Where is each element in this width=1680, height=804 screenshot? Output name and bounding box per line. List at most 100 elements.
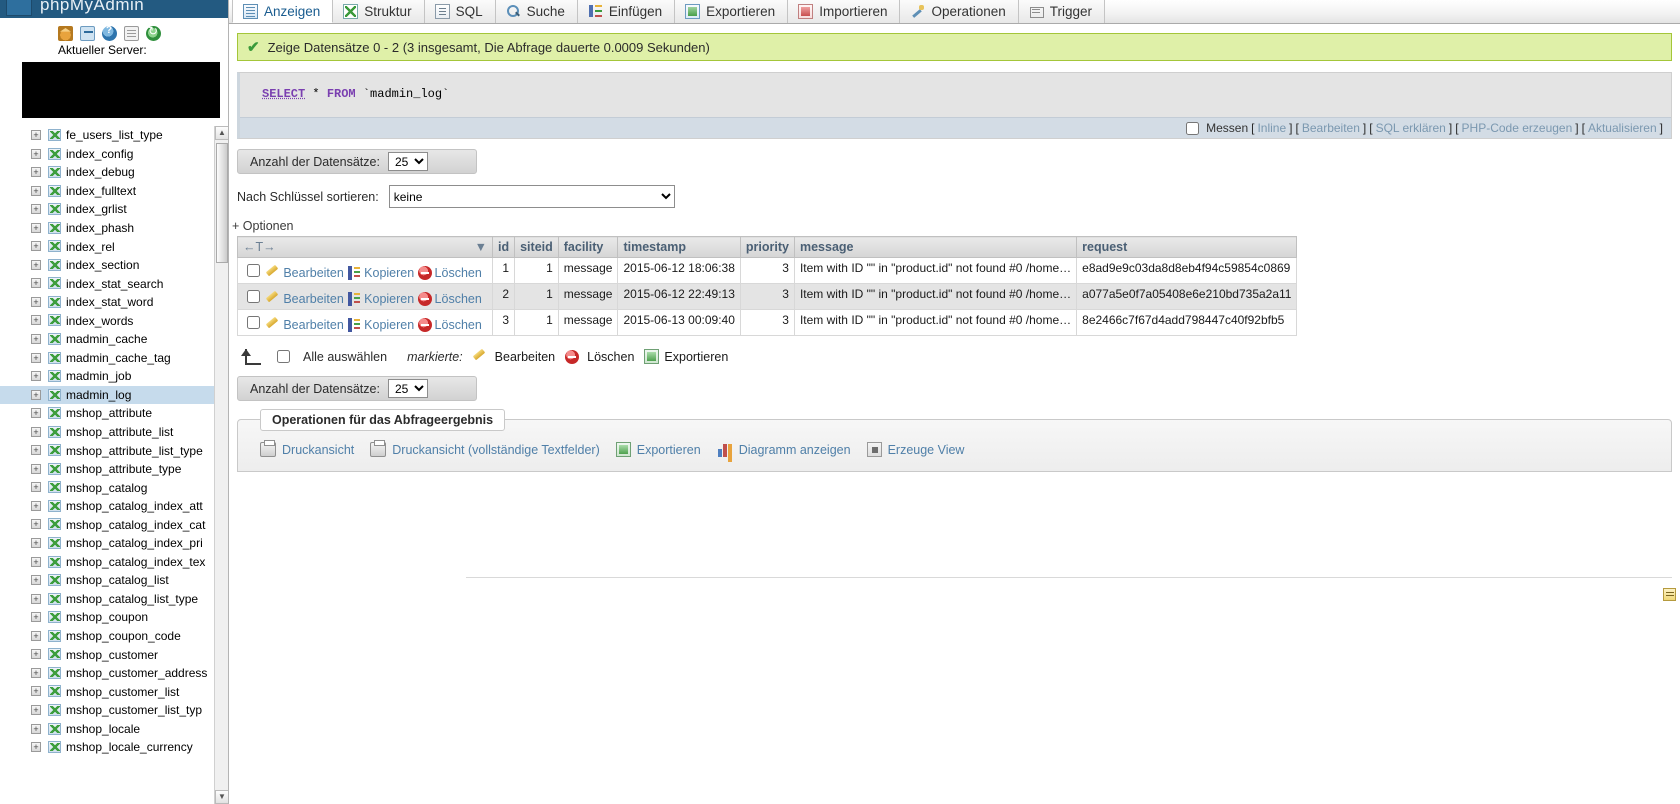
- tree-item-mshop_attribute_list[interactable]: + mshop_attribute_list: [0, 423, 215, 442]
- tree-item-mshop_catalog_list[interactable]: + mshop_catalog_list: [0, 571, 215, 590]
- row-delete-link[interactable]: Löschen: [417, 318, 482, 332]
- column-header-siteid[interactable]: siteid: [514, 236, 559, 258]
- tree-item-mshop_catalog_list_type[interactable]: + mshop_catalog_list_type: [0, 590, 215, 609]
- expand-icon[interactable]: +: [31, 649, 41, 660]
- tab-sql[interactable]: SQL: [423, 0, 496, 23]
- sql-edit-link[interactable]: Bearbeiten: [1302, 121, 1360, 135]
- table-row[interactable]: Bearbeiten Kopieren Löschen 3 1 message 2015…: [237, 309, 1298, 336]
- sort-order-header[interactable]: ←T→ ▼: [237, 236, 493, 258]
- scroll-down-icon[interactable]: ▼: [215, 790, 228, 804]
- bulk-export-button[interactable]: Exportieren: [644, 349, 728, 364]
- expand-icon[interactable]: +: [31, 630, 41, 641]
- tree-item-fe_users_list_type[interactable]: + fe_users_list_type: [0, 126, 215, 145]
- tree-item-mshop_catalog_index_cat[interactable]: + mshop_catalog_index_cat: [0, 515, 215, 534]
- tree-item-mshop_catalog_index_att[interactable]: + mshop_catalog_index_att: [0, 497, 215, 516]
- expand-icon[interactable]: +: [31, 519, 41, 530]
- tab-anzeigen[interactable]: Anzeigen: [232, 0, 334, 23]
- expand-icon[interactable]: +: [31, 315, 41, 326]
- expand-icon[interactable]: +: [31, 130, 41, 140]
- row-edit-link[interactable]: Bearbeiten: [266, 318, 343, 332]
- tree-item-mshop_customer_list[interactable]: + mshop_customer_list: [0, 682, 215, 701]
- tree-item-index_debug[interactable]: + index_debug: [0, 163, 215, 182]
- row-copy-link[interactable]: Kopieren: [347, 318, 414, 332]
- expand-icon[interactable]: +: [31, 482, 41, 493]
- sql-explain-link[interactable]: SQL erklären: [1376, 121, 1446, 135]
- expand-icon[interactable]: +: [31, 389, 41, 400]
- expand-icon[interactable]: +: [31, 538, 41, 549]
- sql-inline-link[interactable]: Inline: [1257, 121, 1286, 135]
- expand-icon[interactable]: +: [31, 556, 41, 567]
- tree-item-madmin_cache[interactable]: + madmin_cache: [0, 330, 215, 349]
- expand-icon[interactable]: +: [31, 723, 41, 734]
- tree-item-madmin_cache_tag[interactable]: + madmin_cache_tag: [0, 349, 215, 368]
- tab-exportieren[interactable]: Exportieren: [674, 0, 789, 23]
- bulk-delete-button[interactable]: Löschen: [565, 349, 634, 364]
- column-header-priority[interactable]: priority: [739, 236, 795, 258]
- expand-icon[interactable]: +: [31, 704, 41, 715]
- tree-item-index_phash[interactable]: + index_phash: [0, 219, 215, 238]
- home-icon[interactable]: [58, 26, 73, 41]
- rows-select-top[interactable]: 25: [387, 152, 428, 171]
- tree-item-mshop_locale[interactable]: + mshop_locale: [0, 720, 215, 739]
- sort-key-select[interactable]: keine: [388, 185, 675, 208]
- row-copy-link[interactable]: Kopieren: [347, 292, 414, 306]
- row-checkbox[interactable]: [247, 264, 260, 277]
- expand-icon[interactable]: +: [31, 463, 41, 474]
- expand-icon[interactable]: +: [31, 686, 41, 697]
- chevron-down-icon[interactable]: ▼: [475, 240, 487, 254]
- row-checkbox[interactable]: [247, 290, 260, 303]
- logout-icon[interactable]: [80, 26, 95, 41]
- expand-icon[interactable]: +: [31, 445, 41, 456]
- column-header-message[interactable]: message: [793, 236, 1078, 258]
- expand-icon[interactable]: +: [31, 278, 41, 289]
- tab-operationen[interactable]: Operationen: [899, 0, 1019, 23]
- check-all-checkbox[interactable]: [277, 350, 290, 363]
- sidebar-scrollbar[interactable]: ▲ ▼: [214, 126, 228, 804]
- row-edit-link[interactable]: Bearbeiten: [266, 292, 343, 306]
- expand-icon[interactable]: +: [31, 575, 41, 586]
- expand-icon[interactable]: +: [31, 426, 41, 437]
- expand-icon[interactable]: +: [31, 352, 41, 363]
- rows-select-bottom[interactable]: 25: [387, 379, 428, 398]
- tab-importieren[interactable]: Importieren: [787, 0, 901, 23]
- tree-item-index_fulltext[interactable]: + index_fulltext: [0, 182, 215, 201]
- expand-icon[interactable]: +: [31, 259, 41, 270]
- tree-item-mshop_catalog[interactable]: + mshop_catalog: [0, 478, 215, 497]
- row-delete-link[interactable]: Löschen: [417, 266, 482, 280]
- column-header-request[interactable]: request: [1076, 236, 1298, 258]
- docs-icon[interactable]: [124, 26, 139, 41]
- column-header-facility[interactable]: facility: [557, 236, 619, 258]
- table-row[interactable]: Bearbeiten Kopieren Löschen 1 1 message 2015…: [237, 257, 1298, 284]
- tab-einfgen[interactable]: Einfügen: [576, 0, 676, 23]
- tree-item-index_rel[interactable]: + index_rel: [0, 237, 215, 256]
- tree-item-mshop_coupon[interactable]: + mshop_coupon: [0, 608, 215, 627]
- tree-item-mshop_coupon_code[interactable]: + mshop_coupon_code: [0, 627, 215, 646]
- tree-item-index_stat_search[interactable]: + index_stat_search: [0, 274, 215, 293]
- tree-item-mshop_attribute[interactable]: + mshop_attribute: [0, 404, 215, 423]
- expand-icon[interactable]: +: [31, 334, 41, 345]
- expand-icon[interactable]: +: [31, 204, 41, 215]
- scroll-thumb[interactable]: [216, 143, 228, 263]
- sql-php-code-link[interactable]: PHP-Code erzeugen: [1462, 121, 1573, 135]
- tree-item-index_grlist[interactable]: + index_grlist: [0, 200, 215, 219]
- reload-icon[interactable]: [146, 24, 161, 41]
- tree-item-mshop_attribute_list_type[interactable]: + mshop_attribute_list_type: [0, 441, 215, 460]
- help-icon[interactable]: [102, 25, 117, 41]
- expand-icon[interactable]: +: [31, 167, 41, 178]
- tab-trigger[interactable]: Trigger: [1017, 0, 1106, 23]
- tab-struktur[interactable]: Struktur: [332, 0, 425, 23]
- expand-icon[interactable]: +: [31, 742, 41, 753]
- row-edit-link[interactable]: Bearbeiten: [266, 266, 343, 280]
- expand-icon[interactable]: +: [31, 593, 41, 604]
- tree-item-index_section[interactable]: + index_section: [0, 256, 215, 275]
- expand-icon[interactable]: +: [31, 408, 41, 419]
- expand-icon[interactable]: +: [31, 222, 41, 233]
- tree-item-madmin_log[interactable]: + madmin_log: [0, 385, 215, 405]
- expand-icon[interactable]: +: [31, 241, 41, 252]
- tree-item-mshop_locale_currency[interactable]: + mshop_locale_currency: [0, 738, 215, 757]
- expand-icon[interactable]: +: [31, 371, 41, 382]
- profiling-checkbox[interactable]: [1186, 121, 1200, 135]
- query-op-druckansicht[interactable]: Druckansicht: [260, 440, 354, 457]
- query-op-diagrammanzeigen[interactable]: Diagramm anzeigen: [717, 442, 851, 457]
- tree-item-madmin_job[interactable]: + madmin_job: [0, 367, 215, 386]
